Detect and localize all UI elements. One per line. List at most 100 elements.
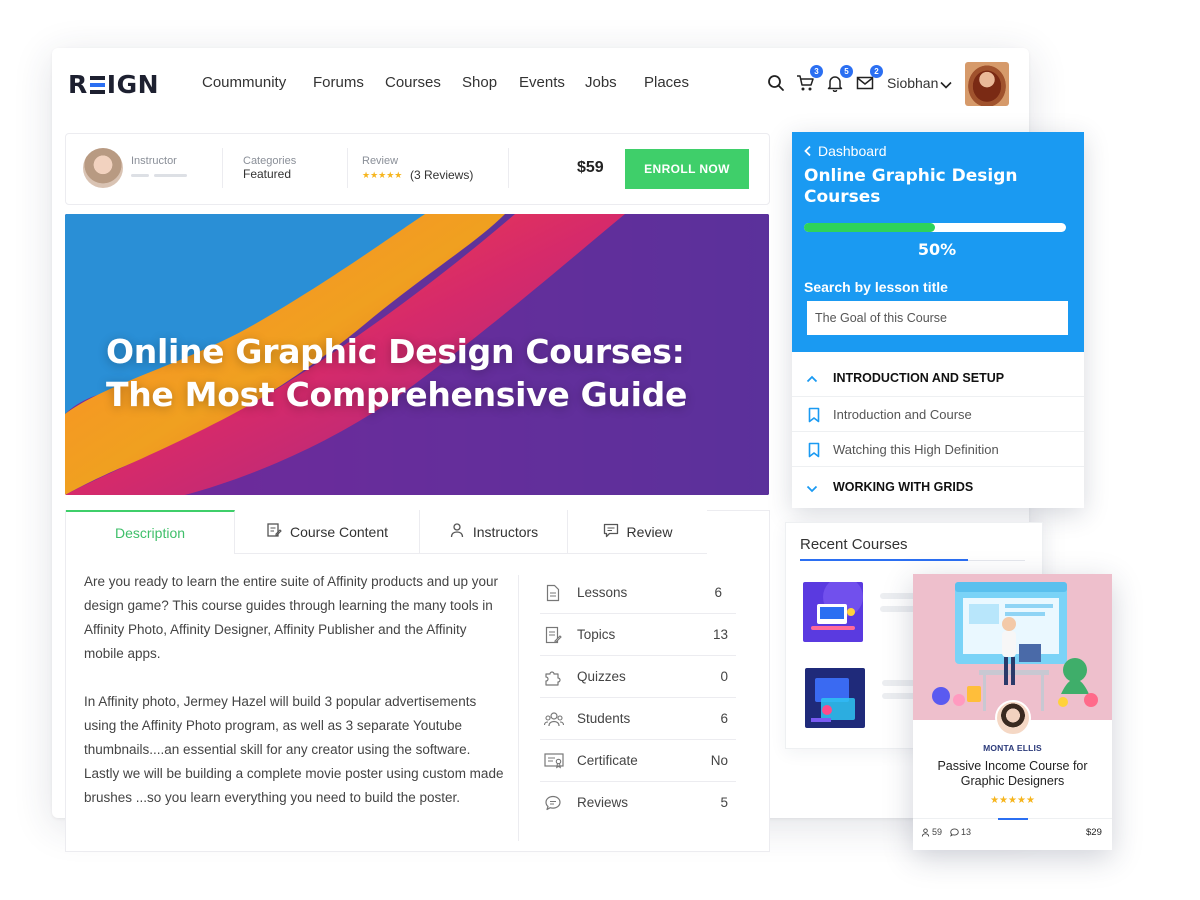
course-card-rating: ★★★★★ bbox=[990, 795, 1035, 806]
divider bbox=[518, 575, 519, 841]
section-working-with-grids[interactable]: WORKING WITH GRIDS bbox=[792, 468, 1084, 508]
lesson-item[interactable]: Watching this High Definition bbox=[792, 432, 1084, 467]
topics-icon bbox=[544, 626, 562, 644]
stat-label: Topics bbox=[577, 627, 616, 642]
stat-row-lessons: Lessons 6 bbox=[540, 572, 736, 614]
stat-value: 6 bbox=[714, 585, 722, 600]
bookmark-icon bbox=[807, 407, 821, 426]
categories-label: Categories bbox=[243, 155, 297, 167]
review-label: Review bbox=[362, 155, 399, 167]
puzzle-icon bbox=[544, 668, 562, 686]
comment-icon bbox=[603, 522, 619, 541]
course-author-avatar[interactable] bbox=[995, 700, 1031, 736]
divider bbox=[968, 560, 1025, 561]
course-card-comments: 13 bbox=[950, 827, 971, 837]
course-progress-bar bbox=[804, 223, 1066, 232]
course-progress-fill bbox=[804, 223, 935, 232]
recent-courses-title: Recent Courses bbox=[800, 536, 908, 553]
user-avatar[interactable] bbox=[965, 62, 1009, 106]
students-icon bbox=[543, 710, 565, 728]
messages-count-badge: 2 bbox=[870, 65, 883, 78]
document-icon bbox=[544, 584, 562, 602]
chevron-down-icon[interactable] bbox=[940, 77, 952, 95]
section-introduction-and-setup[interactable]: INTRODUCTION AND SETUP bbox=[792, 361, 1084, 397]
notifications-count-badge: 5 bbox=[840, 65, 853, 78]
recent-course-thumbnail[interactable] bbox=[805, 668, 865, 728]
recent-courses-underline bbox=[800, 559, 968, 561]
section-title: WORKING WITH GRIDS bbox=[833, 480, 974, 494]
recent-course-thumbnail[interactable] bbox=[803, 582, 863, 642]
stat-value: 13 bbox=[712, 627, 728, 642]
certificate-icon bbox=[544, 752, 564, 770]
enroll-now-button[interactable]: ENROLL NOW bbox=[625, 149, 749, 189]
back-label: Dashboard bbox=[818, 143, 887, 159]
lesson-title: Introduction and Course bbox=[833, 407, 972, 422]
stat-row-students: Students 6 bbox=[540, 698, 736, 740]
course-price: $59 bbox=[577, 159, 604, 176]
stat-label: Reviews bbox=[577, 795, 629, 810]
course-card-title[interactable]: Passive Income Course for Graphic Design… bbox=[925, 759, 1100, 789]
stat-value: No bbox=[710, 753, 728, 768]
lesson-search-label: Search by lesson title bbox=[804, 279, 948, 295]
nav-item-places[interactable]: Places bbox=[644, 74, 689, 91]
section-title: INTRODUCTION AND SETUP bbox=[833, 371, 1005, 385]
instructor-avatar[interactable] bbox=[83, 148, 123, 188]
nav-item-community[interactable]: Coummunity bbox=[202, 74, 286, 91]
stat-row-topics: Topics 13 bbox=[540, 614, 736, 656]
nav-item-shop[interactable]: Shop bbox=[462, 74, 497, 91]
stat-label: Lessons bbox=[577, 585, 628, 600]
tab-course-content-label: Course Content bbox=[289, 523, 389, 540]
comments-count: 13 bbox=[961, 827, 972, 837]
edit-document-icon bbox=[266, 522, 282, 541]
bell-icon[interactable]: 5 bbox=[826, 65, 853, 93]
nav-item-jobs[interactable]: Jobs bbox=[585, 74, 617, 91]
tab-course-content[interactable]: Course Content bbox=[235, 510, 420, 554]
chat-icon bbox=[544, 794, 562, 812]
lesson-item[interactable]: Introduction and Course bbox=[792, 397, 1084, 432]
nav-item-courses[interactable]: Courses bbox=[385, 74, 441, 91]
envelope-icon[interactable]: 2 bbox=[856, 65, 883, 92]
stat-row-quizzes: Quizzes 0 bbox=[540, 656, 736, 698]
course-hero-title: Online Graphic Design Courses: The Most … bbox=[106, 332, 688, 414]
search-icon[interactable] bbox=[767, 74, 785, 92]
tab-review-label: Review bbox=[626, 523, 673, 540]
nav-item-forums[interactable]: Forums bbox=[313, 74, 364, 91]
course-card-students: 59 bbox=[921, 827, 942, 837]
review-stars: ★★★★★ bbox=[362, 170, 403, 180]
stat-label: Students bbox=[577, 711, 631, 726]
user-icon bbox=[921, 827, 930, 837]
lesson-title: Watching this High Definition bbox=[833, 442, 999, 457]
comment-icon bbox=[950, 827, 959, 837]
user-menu-name[interactable]: Siobhan bbox=[887, 75, 938, 91]
tab-review[interactable]: Review bbox=[568, 510, 707, 554]
chevron-down-icon bbox=[806, 482, 818, 497]
course-illustration bbox=[913, 574, 1112, 720]
divider bbox=[508, 148, 509, 188]
categories-value[interactable]: Featured bbox=[243, 167, 291, 181]
back-to-dashboard-link[interactable]: Dashboard bbox=[803, 143, 887, 159]
instructor-label: Instructor bbox=[131, 155, 177, 167]
stat-label: Certificate bbox=[577, 753, 638, 768]
chevron-up-icon bbox=[806, 372, 818, 387]
divider bbox=[222, 148, 223, 188]
course-description: Are you ready to learn the entire suite … bbox=[84, 570, 504, 834]
chevron-left-icon bbox=[804, 145, 811, 157]
lesson-search-input[interactable] bbox=[807, 301, 1068, 335]
course-author-name[interactable]: MONTA ELLIS bbox=[913, 743, 1112, 753]
tab-instructors-label: Instructors bbox=[472, 523, 539, 540]
course-card-image bbox=[913, 574, 1112, 720]
stat-row-reviews: Reviews 5 bbox=[540, 782, 736, 824]
instructor-name-placeholder bbox=[131, 174, 149, 177]
course-card-price: $29 bbox=[1086, 827, 1102, 838]
logo[interactable]: R IGN bbox=[68, 70, 159, 99]
tab-instructors[interactable]: Instructors bbox=[420, 510, 568, 554]
tab-description[interactable]: Description bbox=[66, 510, 235, 554]
course-card-accent bbox=[998, 818, 1028, 820]
nav-item-events[interactable]: Events bbox=[519, 74, 565, 91]
stat-value: 6 bbox=[720, 711, 728, 726]
students-count: 59 bbox=[932, 827, 943, 837]
course-progress-percent: 50% bbox=[917, 240, 957, 259]
cart-icon[interactable]: 3 bbox=[796, 65, 823, 92]
description-paragraph: Are you ready to learn the entire suite … bbox=[84, 574, 498, 661]
stat-row-certificate: Certificate No bbox=[540, 740, 736, 782]
